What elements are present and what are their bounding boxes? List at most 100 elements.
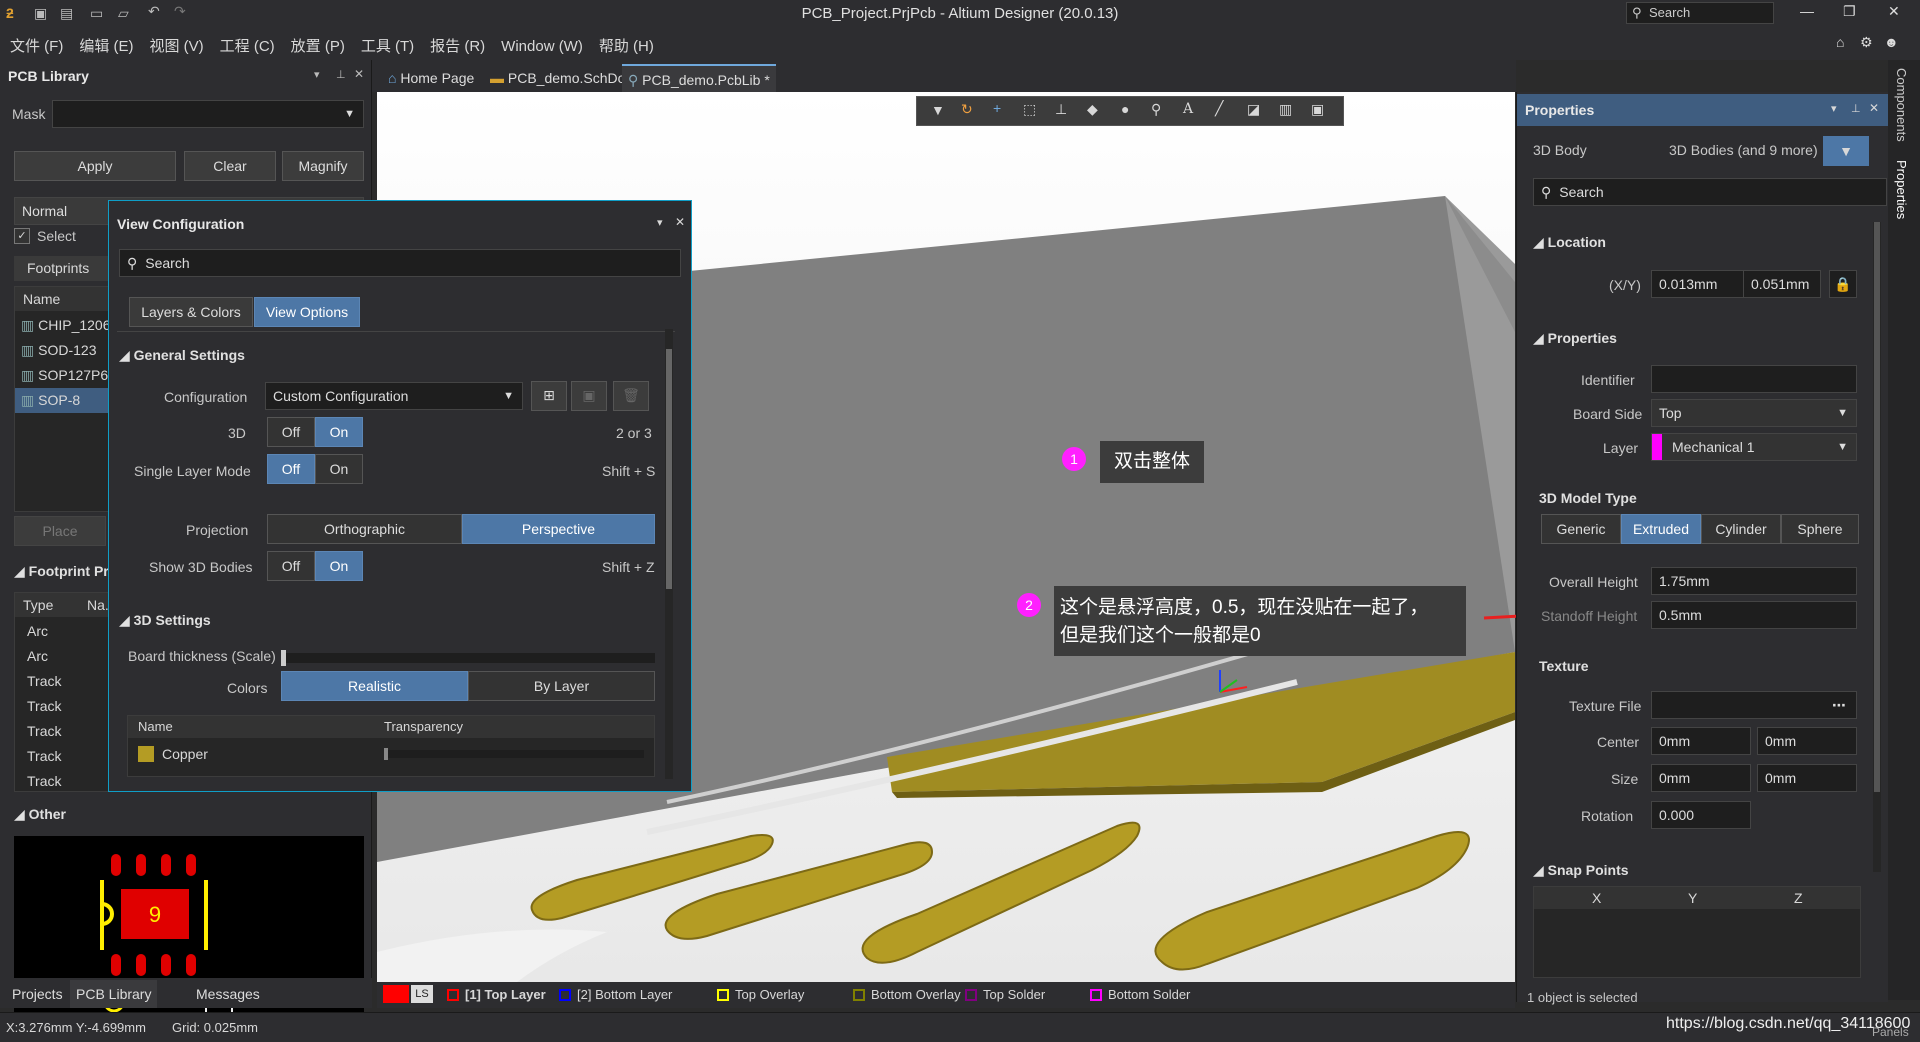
chart-icon[interactable]: ▥ — [1279, 101, 1292, 118]
slider-handle[interactable] — [281, 650, 286, 666]
copper-swatch[interactable] — [138, 746, 154, 762]
apply-button[interactable]: Apply — [14, 151, 176, 181]
size-x-input[interactable]: 0mm — [1651, 764, 1751, 792]
panel-menu-icon[interactable]: ▾ — [1831, 102, 1837, 115]
tab-messages[interactable]: Messages — [190, 980, 266, 1008]
user-icon[interactable]: ☻ — [1884, 34, 1899, 50]
line-icon[interactable]: ╱ — [1215, 100, 1223, 117]
scrollbar-thumb[interactable] — [666, 349, 672, 589]
by-layer-button[interactable]: By Layer — [468, 671, 655, 701]
filter-icon[interactable]: ▼ — [931, 102, 945, 118]
via-icon[interactable]: ● — [1121, 101, 1129, 117]
single-layer-on-button[interactable]: On — [315, 454, 363, 484]
panels-button[interactable]: Panels — [1872, 1025, 1909, 1039]
minimize-button[interactable]: — — [1800, 3, 1814, 19]
clear-button[interactable]: Clear — [184, 151, 276, 181]
configuration-select[interactable]: Custom Configuration ▼ — [265, 382, 523, 410]
properties-scrollbar[interactable] — [1873, 222, 1881, 872]
location-x-input[interactable]: 0.013mm — [1651, 270, 1747, 298]
menu-item-5[interactable]: 工具 (T) — [361, 35, 414, 56]
rotation-input[interactable]: 0.000 — [1651, 801, 1751, 829]
menu-item-7[interactable]: Window (W) — [501, 38, 583, 55]
dialog-close-icon[interactable]: ✕ — [675, 215, 685, 229]
pin-icon[interactable]: ⊥ — [1851, 102, 1861, 115]
realistic-button[interactable]: Realistic — [281, 671, 468, 701]
tab-home-page[interactable]: ⌂ Home Page — [382, 64, 480, 92]
menu-item-3[interactable]: 工程 (C) — [220, 35, 275, 56]
standoff-height-input[interactable]: 0.5mm — [1651, 601, 1857, 629]
center-x-input[interactable]: 0mm — [1651, 727, 1751, 755]
tab-view-options[interactable]: View Options — [254, 297, 360, 327]
copper-transparency-slider[interactable] — [384, 748, 644, 760]
region-icon[interactable]: ◪ — [1247, 101, 1260, 118]
board-side-select[interactable]: Top ▼ — [1651, 399, 1857, 427]
orthographic-button[interactable]: Orthographic — [267, 514, 462, 544]
size-y-input[interactable]: 0mm — [1757, 764, 1857, 792]
tab-schdoc[interactable]: ▬ PCB_demo.SchDoc — [484, 64, 638, 92]
menu-item-1[interactable]: 编辑 (E) — [79, 35, 133, 56]
save-icon[interactable]: ▣ — [571, 381, 607, 411]
lock-icon[interactable]: 🔒 — [1829, 270, 1857, 298]
filter-button[interactable]: ▼ — [1823, 136, 1869, 166]
primitive-row[interactable]: Arc — [27, 619, 48, 644]
mask-input[interactable]: ▼ — [52, 100, 364, 128]
3d-body-icon[interactable]: ◆ — [1087, 101, 1098, 118]
route-icon[interactable]: ↻ — [961, 101, 973, 118]
layer-tab[interactable]: Top Solder — [965, 985, 1045, 1005]
model-type-generic[interactable]: Generic — [1541, 514, 1621, 544]
primitive-row[interactable]: Track — [27, 719, 61, 744]
tab-pcblib[interactable]: ⚲ PCB_demo.PcbLib * — [622, 64, 776, 92]
gear-icon[interactable]: ⚙ — [1860, 34, 1873, 51]
menu-item-8[interactable]: 帮助 (H) — [599, 35, 654, 56]
restore-button[interactable]: ❐ — [1843, 3, 1856, 20]
dialog-scrollbar[interactable] — [665, 329, 673, 779]
tab-layers-colors[interactable]: Layers & Colors — [129, 297, 253, 327]
save-config-button[interactable]: ⊞ — [531, 381, 567, 411]
close-window-button[interactable]: ✕ — [1888, 3, 1900, 20]
place-button[interactable]: Place — [14, 516, 106, 546]
model-type-extruded[interactable]: Extruded — [1621, 514, 1701, 544]
pin-icon[interactable]: ⊥ — [336, 68, 346, 81]
location-y-input[interactable]: 0.051mm — [1743, 270, 1821, 298]
browse-icon[interactable]: ⋯ — [1832, 692, 1846, 718]
side-tab-properties[interactable]: Properties — [1894, 160, 1909, 219]
model-type-sphere[interactable]: Sphere — [1781, 514, 1859, 544]
3d-on-button[interactable]: On — [315, 417, 363, 447]
panel-menu-icon[interactable]: ▾ — [314, 68, 320, 81]
show3d-off-button[interactable]: Off — [267, 551, 315, 581]
add-icon[interactable]: + — [993, 100, 1001, 116]
3d-off-button[interactable]: Off — [267, 417, 315, 447]
board-thickness-slider[interactable] — [281, 650, 655, 666]
align-icon[interactable]: ⊥ — [1055, 101, 1067, 118]
layer-select[interactable]: Mechanical 1 ▼ — [1651, 433, 1857, 461]
texture-file-input[interactable]: ⋯ — [1651, 691, 1857, 719]
select-checkbox[interactable]: ✓ — [14, 228, 30, 244]
home-icon[interactable]: ⌂ — [1836, 34, 1844, 50]
layer-set-ls[interactable]: LS — [411, 985, 433, 1003]
primitive-row[interactable]: Track — [27, 769, 61, 794]
menu-item-0[interactable]: 文件 (F) — [10, 35, 63, 56]
single-layer-off-button[interactable]: Off — [267, 454, 315, 484]
model-type-cylinder[interactable]: Cylinder — [1701, 514, 1781, 544]
layer-tab[interactable]: [1] Top Layer — [447, 985, 546, 1005]
layer-tab[interactable]: Top Overlay — [717, 985, 804, 1005]
identifier-input[interactable] — [1651, 365, 1857, 393]
scrollbar-thumb[interactable] — [1874, 222, 1880, 792]
delete-icon[interactable]: 🗑 — [613, 381, 649, 411]
text-icon[interactable]: A — [1183, 101, 1193, 117]
menu-item-6[interactable]: 报告 (R) — [430, 35, 485, 56]
frame-icon[interactable]: ▣ — [1311, 101, 1324, 118]
close-panel-icon[interactable]: ✕ — [354, 67, 364, 81]
primitive-row[interactable]: Track — [27, 669, 61, 694]
select-rect-icon[interactable]: ⬚ — [1023, 101, 1036, 118]
tab-pcb-library[interactable]: PCB Library — [70, 980, 158, 1008]
magnify-button[interactable]: Magnify — [282, 151, 364, 181]
close-panel-icon[interactable]: ✕ — [1869, 101, 1879, 115]
properties-search[interactable]: ⚲ Search — [1533, 178, 1887, 206]
layer-tab[interactable]: [2] Bottom Layer — [559, 985, 672, 1005]
dialog-menu-icon[interactable]: ▾ — [657, 216, 663, 229]
layer-tab[interactable]: Bottom Solder — [1090, 985, 1190, 1005]
view-config-search[interactable]: ⚲ Search — [119, 249, 681, 277]
pin-icon[interactable]: ⚲ — [1151, 101, 1161, 118]
show3d-on-button[interactable]: On — [315, 551, 363, 581]
